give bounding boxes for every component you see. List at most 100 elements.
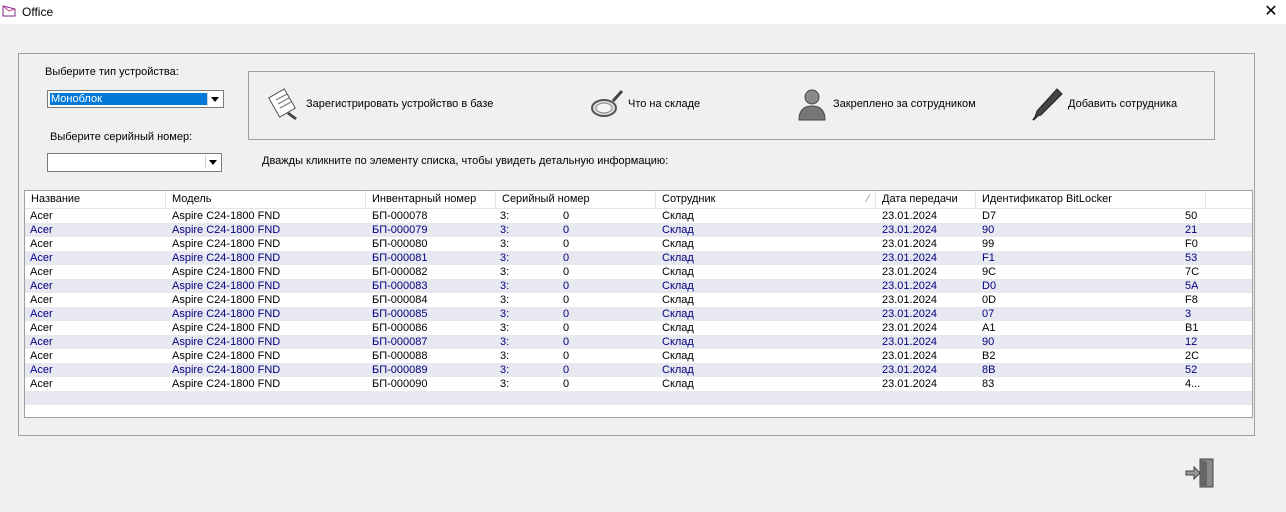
cell-employee: Склад xyxy=(662,322,694,334)
cell-bitlocker-start: 8B xyxy=(982,364,996,376)
cell-date: 23.01.2024 xyxy=(882,378,938,390)
cell-employee: Склад xyxy=(662,280,694,292)
cell-employee: Склад xyxy=(662,210,694,222)
stock-label: Что на складе xyxy=(628,98,701,110)
cell-inventory: БП-000080 xyxy=(372,238,428,250)
table-row[interactable]: Acer Aspire C24-1800 FND БП-000088 3: 0 Склад… xyxy=(25,349,1252,363)
cell-employee: Склад xyxy=(662,266,694,278)
cell-employee: Склад xyxy=(662,252,694,264)
cell-serial-prefix: 3: xyxy=(500,252,510,264)
chevron-down-icon[interactable] xyxy=(207,92,222,106)
window-title: Office xyxy=(22,5,54,19)
cell-bitlocker-end: 7C xyxy=(1185,266,1200,278)
cell-name: Acer xyxy=(30,294,53,306)
document-pen-icon xyxy=(268,88,297,120)
cell-inventory: БП-000086 xyxy=(372,322,428,334)
cell-date: 23.01.2024 xyxy=(882,210,938,222)
cell-inventory: БП-000081 xyxy=(372,252,428,264)
cell-bitlocker-start: B2 xyxy=(982,350,996,362)
cell-model: Aspire C24-1800 FND xyxy=(172,224,281,236)
devices-table[interactable]: Название Модель Инвентарный номер Серийн… xyxy=(24,190,1253,418)
cell-date: 23.01.2024 xyxy=(882,308,938,320)
table-row[interactable]: Acer Aspire C24-1800 FND БП-000080 3: 0 Склад… xyxy=(25,237,1252,251)
cell-model: Aspire C24-1800 FND xyxy=(172,350,281,362)
cell-serial-prefix: 3: xyxy=(500,308,510,320)
cell-model: Aspire C24-1800 FND xyxy=(172,364,281,376)
cell-bitlocker-start: 0D xyxy=(982,294,997,306)
table-row[interactable]: Acer Aspire C24-1800 FND БП-000090 3: 0 Склад… xyxy=(25,377,1252,391)
assigned-label: Закреплено за сотрудником xyxy=(833,98,976,110)
cell-serial-prefix: 3: xyxy=(500,364,510,376)
cell-name: Acer xyxy=(30,224,53,236)
table-header: Название Модель Инвентарный номер Серийн… xyxy=(25,191,1252,209)
column-header-inventory[interactable]: Инвентарный номер xyxy=(366,191,496,208)
device-type-select[interactable]: Моноблок xyxy=(47,90,224,108)
table-row[interactable]: Acer Aspire C24-1800 FND БП-000082 3: 0 Склад… xyxy=(25,265,1252,279)
table-row[interactable]: Acer Aspire C24-1800 FND БП-000087 3: 0 Склад… xyxy=(25,335,1252,349)
table-row[interactable]: Acer Aspire C24-1800 FND БП-000085 3: 0 Склад… xyxy=(25,307,1252,321)
empty-row xyxy=(25,391,1252,405)
chevron-down-icon[interactable] xyxy=(205,155,220,169)
cell-serial-prefix: 3: xyxy=(500,336,510,348)
cell-serial-suffix: 0 xyxy=(563,210,570,222)
cell-date: 23.01.2024 xyxy=(882,322,938,334)
cell-bitlocker-end: 21 xyxy=(1185,224,1198,236)
cell-bitlocker-start: D7 xyxy=(982,210,997,222)
device-type-label: Выберите тип устройства: xyxy=(45,66,179,78)
column-header-employee[interactable]: Сотрудник ⁄ xyxy=(656,191,876,208)
cell-name: Acer xyxy=(30,350,53,362)
cell-inventory: БП-000082 xyxy=(372,266,428,278)
table-row[interactable]: Acer Aspire C24-1800 FND БП-000089 3: 0 Склад… xyxy=(25,363,1252,377)
title-bar: Office ✕ xyxy=(0,0,1286,24)
assigned-button[interactable]: Закреплено за сотрудником xyxy=(794,86,976,122)
table-row[interactable]: Acer Aspire C24-1800 FND БП-000079 3: 0 Склад… xyxy=(25,223,1252,237)
table-row[interactable]: Acer Aspire C24-1800 FND БП-000078 3: 0 Склад… xyxy=(25,209,1252,223)
cell-name: Acer xyxy=(30,336,53,348)
exit-button[interactable] xyxy=(1183,456,1217,490)
table-row[interactable]: Acer Aspire C24-1800 FND БП-000083 3: 0 Склад… xyxy=(25,279,1252,293)
cell-inventory: БП-000088 xyxy=(372,350,428,362)
cell-inventory: БП-000089 xyxy=(372,364,428,376)
cell-name: Acer xyxy=(30,252,53,264)
cell-serial-suffix: 0 xyxy=(563,378,570,390)
cell-serial-suffix: 0 xyxy=(563,224,570,236)
table-row[interactable]: Acer Aspire C24-1800 FND БП-000084 3: 0 Склад… xyxy=(25,293,1252,307)
column-header-bitlocker[interactable]: Идентификатор BitLocker xyxy=(976,191,1206,208)
cell-model: Aspire C24-1800 FND xyxy=(172,336,281,348)
column-header-name[interactable]: Название xyxy=(25,191,166,208)
cell-date: 23.01.2024 xyxy=(882,238,938,250)
close-button[interactable]: ✕ xyxy=(1256,0,1286,24)
cell-serial-prefix: 3: xyxy=(500,350,510,362)
table-row[interactable]: Acer Aspire C24-1800 FND БП-000086 3: 0 Склад… xyxy=(25,321,1252,335)
cell-serial-suffix: 0 xyxy=(563,294,570,306)
cell-serial-prefix: 3: xyxy=(500,238,510,250)
cell-model: Aspire C24-1800 FND xyxy=(172,280,281,292)
cell-employee: Склад xyxy=(662,294,694,306)
cell-model: Aspire C24-1800 FND xyxy=(172,266,281,278)
cell-inventory: БП-000085 xyxy=(372,308,428,320)
cell-model: Aspire C24-1800 FND xyxy=(172,238,281,250)
column-header-model[interactable]: Модель xyxy=(166,191,366,208)
register-device-button[interactable]: Зарегистрировать устройство в базе xyxy=(267,86,493,122)
serial-select[interactable] xyxy=(47,153,222,172)
cell-name: Acer xyxy=(30,322,53,334)
column-header-serial[interactable]: Серийный номер xyxy=(496,191,656,208)
cell-model: Aspire C24-1800 FND xyxy=(172,252,281,264)
cell-serial-prefix: 3: xyxy=(500,266,510,278)
cell-employee: Склад xyxy=(662,238,694,250)
cell-date: 23.01.2024 xyxy=(882,350,938,362)
table-row[interactable]: Acer Aspire C24-1800 FND БП-000081 3: 0 Склад… xyxy=(25,251,1252,265)
add-employee-button[interactable]: Добавить сотрудника xyxy=(1029,86,1177,122)
cell-name: Acer xyxy=(30,266,53,278)
sort-icon: ⁄ xyxy=(867,193,869,205)
cell-bitlocker-start: D0 xyxy=(982,280,997,292)
cell-serial-suffix: 0 xyxy=(563,350,570,362)
cell-bitlocker-end: 52 xyxy=(1185,364,1198,376)
stock-button[interactable]: Что на складе xyxy=(589,86,700,122)
app-icon xyxy=(2,5,16,17)
cell-date: 23.01.2024 xyxy=(882,266,938,278)
cell-bitlocker-start: 07 xyxy=(982,308,995,320)
toolbar: Зарегистрировать устройство в базе Что н… xyxy=(248,71,1215,140)
cell-serial-prefix: 3: xyxy=(500,210,510,222)
column-header-date[interactable]: Дата передачи xyxy=(876,191,976,208)
